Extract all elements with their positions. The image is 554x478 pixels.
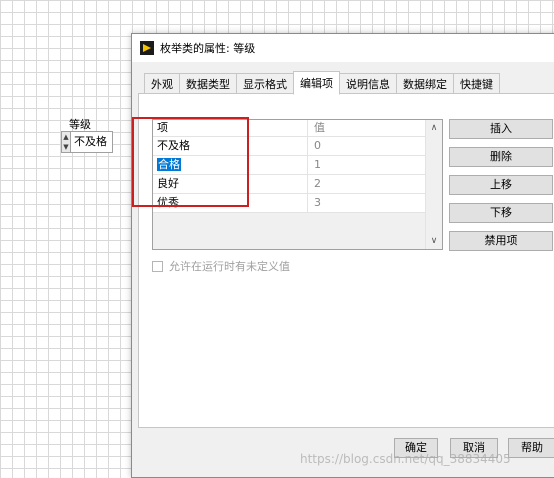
item-value-cell: 1 xyxy=(314,158,321,171)
item-value-cell: 2 xyxy=(314,177,321,190)
disable-item-button[interactable]: 禁用项 xyxy=(449,231,553,251)
tab-bar: 外观 数据类型 显示格式 编辑项 说明信息 数据绑定 快捷键 xyxy=(144,71,500,95)
table-row[interactable]: 不及格 0 xyxy=(153,137,442,156)
item-value-cell: 0 xyxy=(314,139,321,152)
triangle-up-icon[interactable]: ▲ xyxy=(63,133,68,141)
table-row[interactable]: 良好 2 xyxy=(153,175,442,194)
allow-undefined-label: 允许在运行时有未定义值 xyxy=(169,260,290,273)
enum-increment-decrement[interactable]: ▲ ▼ xyxy=(61,131,71,153)
watermark-text: https://blog.csdn.net/qq_38834405 xyxy=(300,452,511,466)
item-value-cell: 3 xyxy=(314,196,321,209)
insert-button[interactable]: 插入 xyxy=(449,119,553,139)
table-row[interactable]: 合格 1 xyxy=(153,156,442,175)
table-row[interactable]: 优秀 3 xyxy=(153,194,442,213)
chevron-up-icon[interactable]: ∧ xyxy=(426,121,442,135)
item-name-cell-selected[interactable]: 合格 xyxy=(153,156,308,174)
allow-undefined-option[interactable]: 允许在运行时有未定义值 xyxy=(152,258,290,274)
help-button[interactable]: 帮助 xyxy=(508,438,554,458)
edit-items-panel: 项 值 不及格 0 合格 1 良好 2 优秀 3 ∧ ∨ 插入 删除 上移 下移… xyxy=(138,93,554,428)
selected-text[interactable]: 合格 xyxy=(157,158,181,171)
item-name-cell[interactable]: 不及格 xyxy=(153,137,308,155)
tab-edit-items[interactable]: 编辑项 xyxy=(293,71,340,95)
item-name-cell[interactable]: 良好 xyxy=(153,175,308,193)
properties-dialog: 枚举类的属性: 等级 外观 数据类型 显示格式 编辑项 说明信息 数据绑定 快捷… xyxy=(131,33,554,478)
labview-icon xyxy=(140,41,154,55)
tab-display-format[interactable]: 显示格式 xyxy=(236,73,294,94)
triangle-down-icon[interactable]: ▼ xyxy=(63,143,68,151)
move-up-button[interactable]: 上移 xyxy=(449,175,553,195)
delete-button[interactable]: 删除 xyxy=(449,147,553,167)
tab-data-binding[interactable]: 数据绑定 xyxy=(396,73,454,94)
column-header-item: 项 xyxy=(153,120,308,136)
items-table[interactable]: 项 值 不及格 0 合格 1 良好 2 优秀 3 ∧ ∨ xyxy=(152,119,443,250)
enum-control-value[interactable]: 不及格 xyxy=(71,131,113,153)
move-down-button[interactable]: 下移 xyxy=(449,203,553,223)
enum-control[interactable]: ▲ ▼ 不及格 xyxy=(61,131,113,153)
allow-undefined-checkbox[interactable] xyxy=(152,260,163,272)
enum-control-label: 等级 xyxy=(69,118,91,131)
dialog-titlebar[interactable]: 枚举类的属性: 等级 xyxy=(132,34,554,62)
item-name-cell[interactable]: 优秀 xyxy=(153,194,308,212)
dialog-title: 枚举类的属性: 等级 xyxy=(160,42,256,55)
chevron-down-icon[interactable]: ∨ xyxy=(426,234,442,248)
vertical-scrollbar[interactable]: ∧ ∨ xyxy=(425,120,442,249)
tab-documentation[interactable]: 说明信息 xyxy=(339,73,397,94)
items-table-header: 项 值 xyxy=(153,120,442,137)
tab-key-navigation[interactable]: 快捷键 xyxy=(453,73,500,94)
tab-appearance[interactable]: 外观 xyxy=(144,73,180,94)
tab-data-type[interactable]: 数据类型 xyxy=(179,73,237,94)
column-header-value: 值 xyxy=(314,121,325,134)
